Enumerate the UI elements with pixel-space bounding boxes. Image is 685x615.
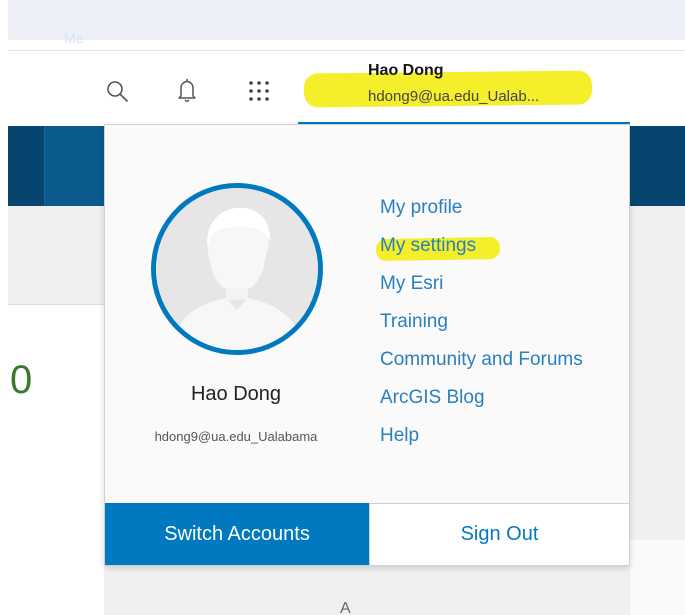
avatar: [151, 183, 323, 355]
browser-top-strip: [8, 0, 685, 40]
search-button[interactable]: [104, 78, 130, 104]
menu-my-profile[interactable]: My profile: [380, 195, 620, 221]
search-icon: [107, 81, 128, 102]
content-card-right: [630, 540, 685, 615]
bell-icon: [178, 79, 196, 102]
sign-out-button[interactable]: Sign Out: [369, 503, 629, 565]
user-menu: My profile My settings My Esri Training …: [380, 195, 620, 461]
content-card: [8, 304, 104, 615]
menu-community-forums[interactable]: Community and Forums: [380, 347, 620, 373]
header-user-name: Hao Dong: [368, 62, 444, 79]
stat-number: 0: [10, 358, 33, 402]
menu-arcgis-blog[interactable]: ArcGIS Blog: [380, 385, 620, 411]
nav-item-label[interactable]: Me: [64, 30, 83, 46]
notifications-button[interactable]: [174, 78, 200, 104]
switch-accounts-button[interactable]: Switch Accounts: [105, 503, 369, 565]
apps-grid-icon: [249, 81, 269, 101]
menu-help[interactable]: Help: [380, 423, 620, 449]
header-user-email: hdong9@ua.edu_Ualab...: [368, 88, 540, 105]
profile-name: Hao Dong: [190, 383, 282, 405]
menu-my-esri[interactable]: My Esri: [380, 271, 620, 297]
profile-email: hdong9@ua.edu_Ualabama: [154, 429, 318, 444]
menu-training[interactable]: Training: [380, 309, 620, 335]
menu-my-settings[interactable]: My settings: [380, 233, 620, 259]
partial-text: A: [340, 600, 351, 615]
user-menu-toggle[interactable]: Hao Dong hdong9@ua.edu_Ualab...: [298, 56, 630, 125]
user-silhouette-icon: [156, 188, 318, 350]
user-dropdown-panel: Hao Dong hdong9@ua.edu_Ualabama My profi…: [104, 124, 630, 566]
apps-button[interactable]: [246, 78, 272, 104]
